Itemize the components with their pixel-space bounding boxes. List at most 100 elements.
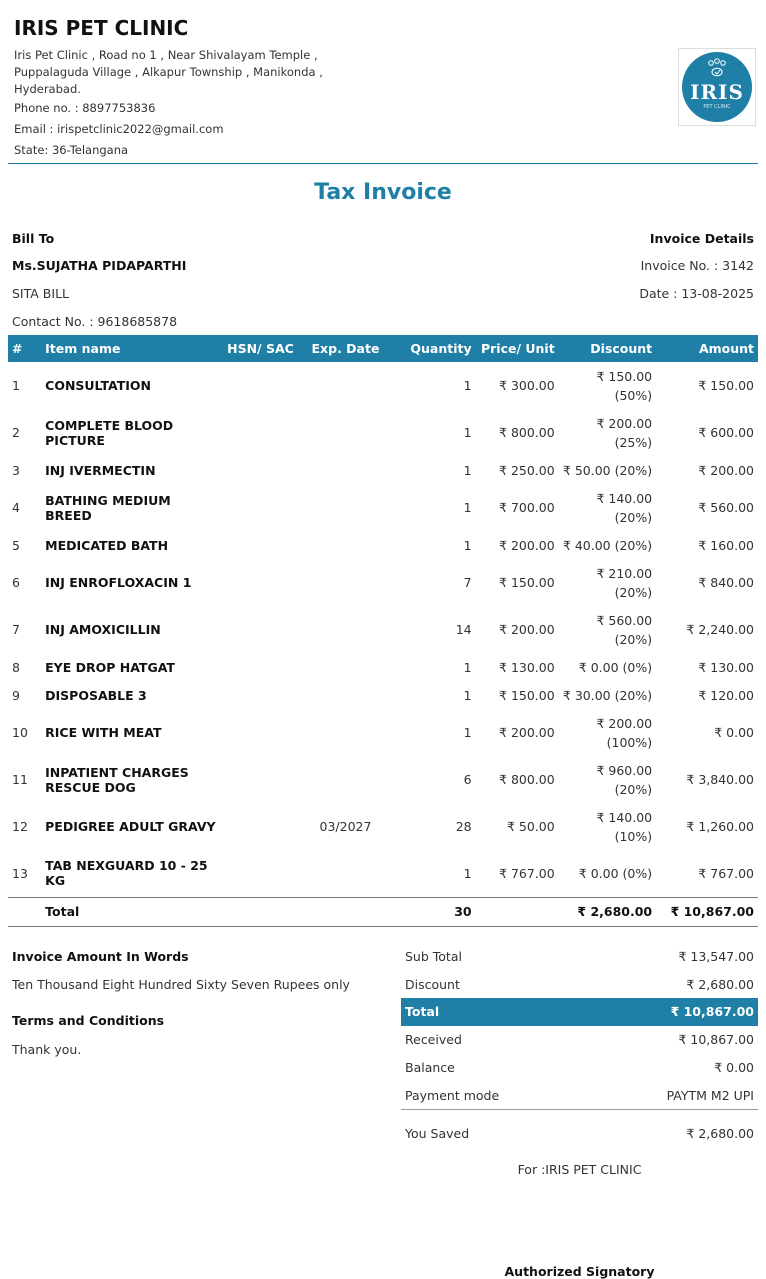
summary-total-label: Total bbox=[405, 1004, 440, 1019]
row-exp-date bbox=[300, 531, 391, 559]
row-amount: ₹ 130.00 bbox=[698, 659, 754, 675]
summary-received: Received ₹ 10,867.00 bbox=[401, 1026, 758, 1054]
row-item-name: TAB NEXGUARD 10 - 25 KG bbox=[45, 858, 208, 889]
row-index: 9 bbox=[12, 687, 20, 703]
payment-mode-value: PAYTM M2 UPI bbox=[666, 1088, 754, 1103]
summary-balance: Balance ₹ 0.00 bbox=[401, 1054, 758, 1082]
row-exp-date bbox=[300, 456, 391, 484]
table-total-row: Total 30 ₹ 2,680.00 ₹ 10,867.00 bbox=[8, 896, 758, 927]
row-item-name: COMPLETE BLOOD PICTURE bbox=[45, 417, 174, 448]
row-discount: ₹ 140.00 (10%) bbox=[596, 809, 653, 844]
row-quantity: 6 bbox=[463, 772, 472, 787]
row-price: ₹ 50.00 bbox=[506, 819, 555, 834]
table-header-row: # Item name HSN/ SAC Exp. Date Quantity … bbox=[8, 335, 758, 362]
row-index: 8 bbox=[12, 659, 20, 675]
row-exp-date bbox=[300, 559, 391, 606]
row-item-name: INJ AMOXICILLIN bbox=[45, 622, 161, 637]
invoice-details-heading: Invoice Details bbox=[649, 231, 754, 246]
you-saved-label: You Saved bbox=[405, 1126, 470, 1141]
customer-line2: SITA BILL bbox=[12, 286, 70, 301]
row-hsn bbox=[223, 559, 300, 606]
row-hsn bbox=[223, 456, 300, 484]
row-quantity: 1 bbox=[463, 687, 472, 703]
row-amount: ₹ 2,240.00 bbox=[686, 622, 754, 637]
row-hsn bbox=[223, 850, 300, 897]
row-index: 13 bbox=[12, 865, 28, 881]
row-discount: ₹ 30.00 (20%) bbox=[562, 687, 653, 703]
table-row: 6 INJ ENROFLOXACIN 1 7 ₹ 150.00 ₹ 210.00 (20… bbox=[8, 559, 758, 606]
row-quantity: 14 bbox=[455, 622, 472, 637]
row-index: 10 bbox=[12, 725, 28, 740]
total-label: Total bbox=[41, 896, 224, 927]
table-row: 7 INJ AMOXICILLIN 14 ₹ 200.00 ₹ 560.00 (20%)… bbox=[8, 606, 758, 653]
row-quantity: 1 bbox=[463, 378, 472, 393]
table-row: 1 CONSULTATION 1 ₹ 300.00 ₹ 150.00 (50%) ₹ 15… bbox=[8, 362, 758, 409]
summary-payment-mode: Payment mode PAYTM M2 UPI bbox=[401, 1082, 758, 1110]
row-hsn bbox=[223, 484, 300, 531]
row-index: 7 bbox=[12, 622, 20, 637]
row-hsn bbox=[223, 653, 300, 681]
row-index: 11 bbox=[12, 772, 28, 787]
row-price: ₹ 150.00 bbox=[499, 575, 555, 590]
row-exp-date bbox=[300, 606, 391, 653]
you-saved-value: ₹ 2,680.00 bbox=[686, 1126, 754, 1141]
row-quantity: 28 bbox=[455, 819, 472, 834]
table-row: 13 TAB NEXGUARD 10 - 25 KG 1 ₹ 767.00 ₹ 0.00… bbox=[8, 850, 758, 897]
row-index: 12 bbox=[12, 819, 28, 834]
row-quantity: 1 bbox=[463, 865, 472, 881]
row-price: ₹ 800.00 bbox=[499, 425, 555, 440]
total-amount: ₹ 10,867.00 bbox=[656, 896, 758, 927]
row-item-name: EYE DROP HATGAT bbox=[45, 659, 175, 675]
row-discount: ₹ 200.00 (25%) bbox=[596, 415, 653, 450]
summary-divider bbox=[401, 1109, 758, 1110]
row-discount: ₹ 0.00 (0%) bbox=[578, 865, 653, 881]
row-quantity: 1 bbox=[463, 725, 472, 740]
row-price: ₹ 200.00 bbox=[499, 622, 555, 637]
clinic-phone: Phone no. : 8897753836 bbox=[14, 101, 156, 115]
summary-you-saved: You Saved ₹ 2,680.00 bbox=[401, 1120, 758, 1148]
row-item-name: DISPOSABLE 3 bbox=[45, 687, 147, 703]
row-hsn bbox=[223, 606, 300, 653]
table-row: 2 COMPLETE BLOOD PICTURE 1 ₹ 800.00 ₹ 200.00… bbox=[8, 409, 758, 456]
col-header-exp-date: Exp. Date bbox=[299, 335, 392, 362]
customer-contact: Contact No. : 9618685878 bbox=[12, 314, 178, 329]
table-row: 4 BATHING MEDIUM BREED 1 ₹ 700.00 ₹ 140.00 (… bbox=[8, 484, 758, 531]
row-exp-date bbox=[300, 409, 391, 456]
summary-total-value: ₹ 10,867.00 bbox=[670, 1004, 754, 1019]
table-row: 8 EYE DROP HATGAT 1 ₹ 130.00 ₹ 0.00 (0%) ₹ 13… bbox=[8, 653, 758, 681]
row-index: 1 bbox=[12, 378, 20, 393]
row-item-name: MEDICATED BATH bbox=[45, 537, 169, 553]
logo-text: IRIS bbox=[690, 80, 744, 104]
items-table: # Item name HSN/ SAC Exp. Date Quantity … bbox=[8, 335, 758, 927]
row-hsn bbox=[223, 803, 300, 850]
subtotal-value: ₹ 13,547.00 bbox=[678, 949, 754, 964]
summary-discount: Discount ₹ 2,680.00 bbox=[401, 971, 758, 999]
row-discount: ₹ 40.00 (20%) bbox=[562, 537, 653, 553]
balance-value: ₹ 0.00 bbox=[714, 1060, 754, 1075]
row-hsn bbox=[223, 531, 300, 559]
clinic-logo: IRIS PET CLINIC bbox=[678, 48, 756, 126]
table-row: 10 RICE WITH MEAT 1 ₹ 200.00 ₹ 200.00 (100%)… bbox=[8, 709, 758, 756]
row-discount: ₹ 140.00 (20%) bbox=[596, 490, 653, 525]
row-price: ₹ 800.00 bbox=[499, 772, 555, 787]
row-amount: ₹ 3,840.00 bbox=[686, 772, 754, 787]
logo-subtext: PET CLINIC bbox=[703, 104, 731, 110]
clinic-name: IRIS PET CLINIC bbox=[14, 16, 189, 40]
terms-heading: Terms and Conditions bbox=[12, 1013, 165, 1028]
authorized-signatory: Authorized Signatory bbox=[504, 1264, 655, 1279]
table-row: 5 MEDICATED BATH 1 ₹ 200.00 ₹ 40.00 (20%) ₹ 1… bbox=[8, 531, 758, 559]
table-row: 12 PEDIGREE ADULT GRAVY 03/2027 28 ₹ 50.00 ₹ … bbox=[8, 803, 758, 850]
row-item-name: INJ ENROFLOXACIN 1 bbox=[45, 575, 192, 590]
row-price: ₹ 130.00 bbox=[499, 659, 555, 675]
balance-label: Balance bbox=[405, 1060, 455, 1075]
clinic-email: Email : irispetclinic2022@gmail.com bbox=[14, 122, 224, 136]
row-price: ₹ 700.00 bbox=[499, 500, 555, 515]
discount-label: Discount bbox=[405, 977, 460, 992]
row-price: ₹ 250.00 bbox=[499, 462, 555, 478]
row-amount: ₹ 0.00 bbox=[714, 725, 754, 740]
row-index: 4 bbox=[12, 500, 20, 515]
row-discount: ₹ 210.00 (20%) bbox=[596, 565, 653, 600]
row-amount: ₹ 600.00 bbox=[698, 425, 754, 440]
row-amount: ₹ 560.00 bbox=[698, 500, 754, 515]
row-price: ₹ 200.00 bbox=[499, 537, 555, 553]
